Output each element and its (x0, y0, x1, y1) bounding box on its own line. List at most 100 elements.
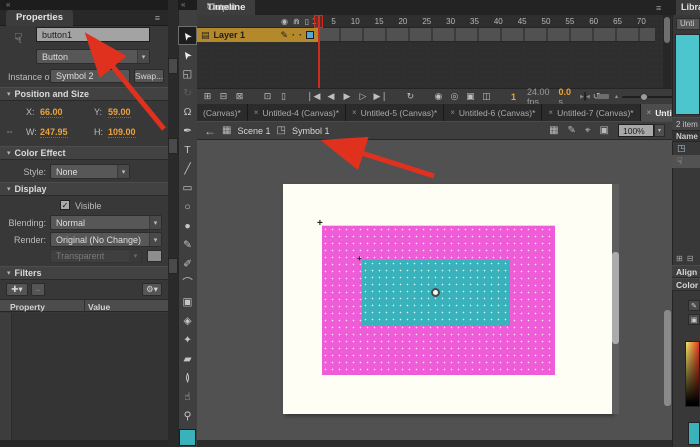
layer-lock-dot[interactable]: · (299, 30, 302, 40)
three-d-rotation-tool[interactable]: ↻ (178, 83, 197, 102)
tab-overflow-icon[interactable]: » (658, 108, 663, 118)
layer-name[interactable]: Layer 1 (214, 30, 246, 40)
section-filters[interactable]: ▾ Filters (0, 266, 168, 280)
style-dropdown[interactable]: None ▾ (50, 164, 130, 179)
breadcrumb-scene[interactable]: Scene 1 (237, 126, 270, 136)
library-toolbar-icon[interactable]: ⊟ (687, 254, 694, 263)
onion-outlines-button[interactable]: ◎ (449, 91, 460, 103)
center-frame-button[interactable]: ⊡ (262, 91, 273, 103)
close-tab-icon[interactable]: × (450, 108, 455, 117)
edit-scene-button[interactable]: ▦ (549, 125, 558, 136)
h-value[interactable]: 109.00 (108, 127, 136, 138)
layer-row[interactable]: ▤ Layer 1 ✎ · · (197, 28, 318, 42)
transformation-point[interactable] (431, 288, 440, 297)
free-transform-tool[interactable]: ◱ (178, 64, 197, 83)
lasso-tool[interactable]: Ω (178, 102, 197, 121)
splitter-grip[interactable] (168, 138, 178, 154)
onion-skin-button[interactable]: ◉ (433, 91, 444, 103)
go-last-frame-button[interactable]: ▶❘ (373, 91, 387, 103)
subselection-tool[interactable]: ➤ (178, 45, 197, 64)
blending-dropdown[interactable]: Normal ▾ (50, 215, 162, 230)
swap-button[interactable]: Swap... (134, 69, 164, 83)
stage-scrollbar-thumb[interactable] (612, 252, 619, 344)
doc-tab-untitled-5[interactable]: × Untitled-5 (Canvas)* (346, 104, 444, 121)
new-layer-button[interactable]: ⊞ (202, 91, 213, 103)
lock-layers-icon[interactable]: ⋒ (293, 17, 300, 26)
close-tab-icon[interactable]: × (254, 108, 259, 117)
w-value[interactable]: 247.95 (40, 127, 68, 138)
loop-range-button[interactable]: ▯ (278, 91, 289, 103)
layer-visible-dot[interactable]: · (292, 30, 295, 40)
timeline-menu-icon[interactable]: ≡ (656, 3, 661, 13)
remove-filter-button[interactable]: − (31, 283, 45, 296)
scrollbar-thumb[interactable] (597, 94, 609, 99)
x-value[interactable]: 66.00 (40, 107, 63, 118)
timeline-ruler[interactable]: 1510152025303540455055606570 (312, 15, 646, 28)
tab-color[interactable]: Color (672, 278, 700, 291)
dock-scrollbar-thumb[interactable] (664, 310, 671, 406)
library-document-select[interactable]: Unti (676, 18, 700, 30)
library-item-symbol[interactable]: ◳ (672, 142, 700, 155)
tab-output[interactable]: Output (197, 0, 246, 15)
outline-layers-icon[interactable]: ▯ (305, 17, 309, 26)
breadcrumb-symbol[interactable]: Symbol 1 (292, 126, 330, 136)
doc-tab-untitled-6[interactable]: × Untitled-6 (Canvas)* (444, 104, 542, 121)
clip-content-button[interactable]: ▣ (600, 125, 609, 136)
ink-bottle-tool[interactable]: ◈ (178, 311, 197, 330)
current-color-swatch[interactable] (688, 422, 700, 445)
hand-tool[interactable]: ☝ (178, 387, 197, 406)
pencil-tool[interactable]: ✎ (178, 235, 197, 254)
tab-library[interactable]: Libra (676, 0, 700, 15)
text-tool[interactable]: T (178, 140, 197, 159)
eyedropper-tool[interactable]: ✦ (178, 330, 197, 349)
width-tool[interactable]: ≬ (178, 368, 197, 387)
instance-of-field[interactable]: Symbol 2 (50, 69, 130, 83)
line-tool[interactable]: ╱ (178, 159, 197, 178)
layer-frames-strip[interactable] (318, 28, 655, 42)
zoom-dropdown-icon[interactable]: ▾ (654, 124, 665, 137)
tab-align[interactable]: Align (672, 265, 700, 278)
close-tab-icon[interactable]: × (647, 108, 652, 117)
tab-properties[interactable]: Properties (6, 10, 73, 26)
rectangle-tool[interactable]: ▭ (178, 178, 197, 197)
section-position-size[interactable]: ▾ Position and Size (0, 87, 168, 101)
show-hide-layers-icon[interactable]: ◉ (281, 17, 288, 26)
zoom-slider-knob[interactable] (640, 93, 648, 101)
paint-bucket-tool[interactable]: ▣ (178, 292, 197, 311)
back-button[interactable]: ← (204, 124, 216, 138)
render-dropdown[interactable]: Original (No Change) ▾ (50, 232, 162, 247)
library-toolbar-icon[interactable]: ⊞ (676, 254, 683, 263)
section-display[interactable]: ▾ Display (0, 182, 168, 196)
current-frame-value[interactable]: 1 (511, 92, 516, 102)
y-value[interactable]: 59.00 (108, 107, 131, 118)
doc-tab-partial[interactable]: (Canvas)* (197, 104, 248, 121)
instance-type-dropdown[interactable]: Button ▾ (36, 49, 150, 64)
zoom-level-field[interactable]: 100% (618, 124, 654, 137)
doc-tab-untitled-8[interactable]: × Untitled-8 (Canvas)* (641, 104, 672, 121)
add-filter-button[interactable]: ✚▾ (6, 283, 28, 296)
zoom-tool[interactable]: ⚲ (178, 406, 197, 425)
selection-tool[interactable]: ➤ (178, 26, 197, 45)
bone-tool[interactable]: ⌒ (178, 273, 197, 292)
section-color-effect[interactable]: ▾ Color Effect (0, 146, 168, 160)
center-stage-button[interactable]: ⌖ (585, 125, 591, 136)
new-folder-button[interactable]: ⊟ (218, 91, 229, 103)
brush-tool[interactable]: ✐ (178, 254, 197, 273)
zoom-out-icon[interactable]: ▴ (615, 93, 618, 100)
playhead-line[interactable] (318, 15, 320, 88)
stroke-color-button[interactable]: ✎ (688, 300, 700, 311)
play-button[interactable]: ▶ (341, 91, 352, 103)
go-first-frame-button[interactable]: ❘◀ (306, 91, 320, 103)
layer-outline-color-swatch[interactable] (306, 31, 314, 39)
eraser-tool[interactable]: ▰ (178, 349, 197, 368)
edit-multiple-frames-button[interactable]: ▣ (465, 91, 476, 103)
timeline-scrollbar-thumb[interactable] (664, 17, 670, 43)
delete-layer-button[interactable]: ⊠ (234, 91, 245, 103)
close-tab-icon[interactable]: × (352, 108, 357, 117)
edit-symbol-button[interactable]: ✎ (568, 125, 576, 136)
visible-checkbox[interactable]: ✓ (60, 200, 70, 210)
scroll-left-icon[interactable]: ◀ (586, 93, 590, 101)
color-spectrum[interactable] (685, 341, 700, 407)
loop-button[interactable]: ↻ (405, 91, 416, 103)
step-back-button[interactable]: ◀ (325, 91, 336, 103)
